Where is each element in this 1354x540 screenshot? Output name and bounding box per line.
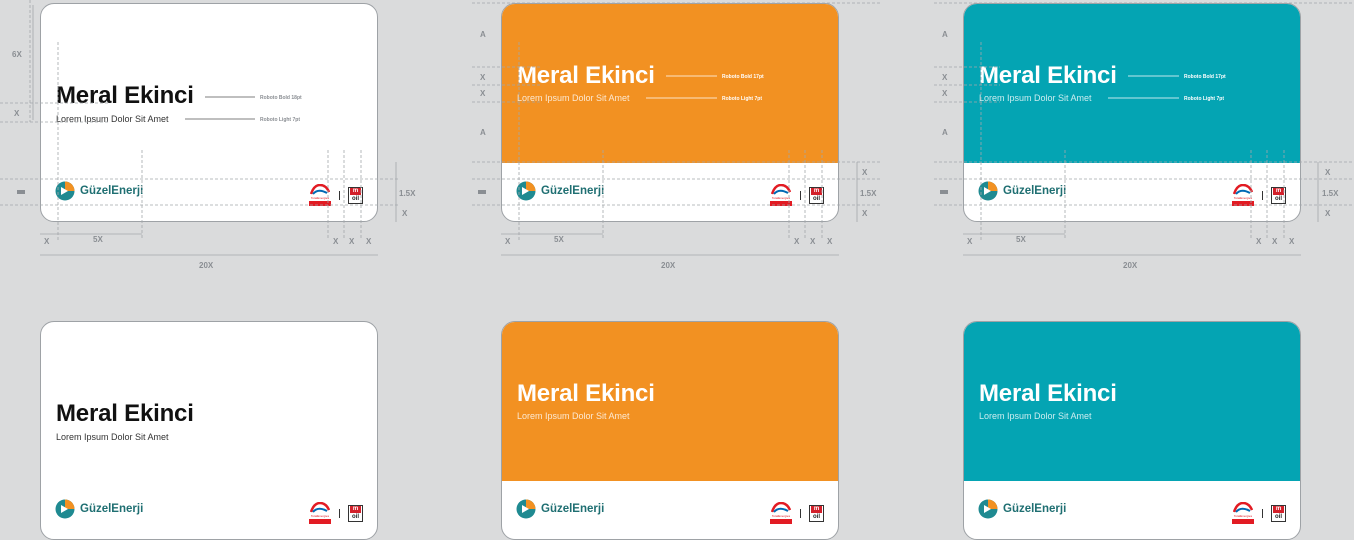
margin-marker [17,190,25,194]
guide-label-20x: 20X [661,261,676,270]
margin-marker [940,190,948,194]
divider [339,508,340,518]
card-subtitle: Lorem Ipsum Dolor Sit Amet [517,411,630,421]
divider [1262,190,1263,200]
guide-label-x: X [1272,237,1278,246]
margin-marker [478,190,486,194]
moil-logo: m oil [809,186,824,204]
card-subtitle: Lorem Ipsum Dolor Sit Amet [979,411,1092,421]
brand-name: GüzelEnerji [541,185,605,197]
brand-name: GüzelEnerji [80,503,144,515]
guide-label-6x: 6X [12,50,22,59]
guide-label-x: X [349,237,355,246]
guide-label-x: X [827,237,833,246]
guide-label-x: X [862,168,868,177]
guide-label-x: X [810,237,816,246]
guzelenerji-logo-icon [516,181,536,201]
guide-label-x: X [505,237,511,246]
brand-name: GüzelEnerji [541,503,605,515]
business-card-orange: Meral Ekinci Lorem Ipsum Dolor Sit Amet … [501,321,839,540]
guide-label-x: X [402,209,408,218]
guide-label-x: X [1289,237,1295,246]
guide-label-5x: 5X [554,235,564,244]
guzelenerji-logo: GüzelEnerji [55,181,143,201]
totalenergies-logo: TotalEnergies [1232,502,1254,524]
business-card-white: Meral Ekinci Lorem Ipsum Dolor Sit Amet … [40,321,378,540]
card-name: Meral Ekinci [979,62,1117,89]
guide-label-x: X [942,89,948,98]
card-name: Meral Ekinci [517,380,655,407]
guzelenerji-logo-icon [978,499,998,519]
moil-logo: m oil [1271,186,1286,204]
guide-label-x: X [1256,237,1262,246]
card-name: Meral Ekinci [517,62,655,89]
guide-label-a: A [480,128,486,137]
divider [339,190,340,200]
business-card-orange-annotated: Meral Ekinci Lorem Ipsum Dolor Sit Amet … [501,3,839,222]
guzelenerji-logo: GüzelEnerji [516,499,604,519]
guide-label-x: X [1325,209,1331,218]
guzelenerji-logo-icon [978,181,998,201]
guide-label-a: A [942,128,948,137]
guide-label-x: X [333,237,339,246]
guide-label-x: X [942,73,948,82]
card-subtitle: Lorem Ipsum Dolor Sit Amet [56,432,169,442]
guide-label-x: X [44,237,50,246]
moil-logo: m oil [1271,504,1286,522]
divider [800,190,801,200]
partner-logos: TotalEnergies m oil [1232,184,1286,206]
card-name: Meral Ekinci [56,400,194,427]
guide-label-5x: 5X [93,235,103,244]
guide-label-1-5x: 1.5X [399,189,416,198]
guide-label-20x: 20X [199,261,214,270]
business-card-white-annotated: Meral Ekinci Lorem Ipsum Dolor Sit Amet … [40,3,378,222]
brand-name: GüzelEnerji [80,185,144,197]
guzelenerji-logo-icon [516,499,536,519]
guide-label-x: X [366,237,372,246]
brand-name: GüzelEnerji [1003,185,1067,197]
guzelenerji-logo-icon [55,499,75,519]
guzelenerji-logo-icon [55,181,75,201]
card-subtitle: Lorem Ipsum Dolor Sit Amet [56,114,169,124]
totalenergies-logo: TotalEnergies [1232,184,1254,206]
guide-label-1-5x: 1.5X [860,189,877,198]
guide-label-x: X [862,209,868,218]
partner-logos: TotalEnergies m oil [309,502,363,524]
totalenergies-logo: TotalEnergies [770,184,792,206]
guzelenerji-logo: GüzelEnerji [55,499,143,519]
guide-label-a: A [480,30,486,39]
brand-name: GüzelEnerji [1003,503,1067,515]
card-subtitle: Lorem Ipsum Dolor Sit Amet [517,93,630,103]
partner-logos: TotalEnergies m oil [770,502,824,524]
guide-label-a: A [942,30,948,39]
moil-logo: m oil [348,504,363,522]
divider [1262,508,1263,518]
card-name: Meral Ekinci [979,380,1117,407]
guide-label-x: X [794,237,800,246]
business-card-teal: Meral Ekinci Lorem Ipsum Dolor Sit Amet … [963,321,1301,540]
divider [800,508,801,518]
partner-logos: TotalEnergies m oil [770,184,824,206]
guide-label-1-5x: 1.5X [1322,189,1339,198]
totalenergies-logo: TotalEnergies [309,184,331,206]
partner-logos: TotalEnergies m oil [1232,502,1286,524]
guide-label-x: X [14,109,20,118]
moil-logo: m oil [348,186,363,204]
guzelenerji-logo: GüzelEnerji [978,181,1066,201]
totalenergies-logo: TotalEnergies [309,502,331,524]
guide-label-20x: 20X [1123,261,1138,270]
partner-logos: TotalEnergies m oil [309,184,363,206]
moil-logo: m oil [809,504,824,522]
totalenergies-logo: TotalEnergies [770,502,792,524]
guide-label-x: X [480,73,486,82]
guzelenerji-logo: GüzelEnerji [978,499,1066,519]
guide-label-x: X [1325,168,1331,177]
guzelenerji-logo: GüzelEnerji [516,181,604,201]
guide-label-5x: 5X [1016,235,1026,244]
guide-label-x: X [480,89,486,98]
card-subtitle: Lorem Ipsum Dolor Sit Amet [979,93,1092,103]
guide-label-x: X [967,237,973,246]
business-card-teal-annotated: Meral Ekinci Lorem Ipsum Dolor Sit Amet … [963,3,1301,222]
card-name: Meral Ekinci [56,82,194,109]
